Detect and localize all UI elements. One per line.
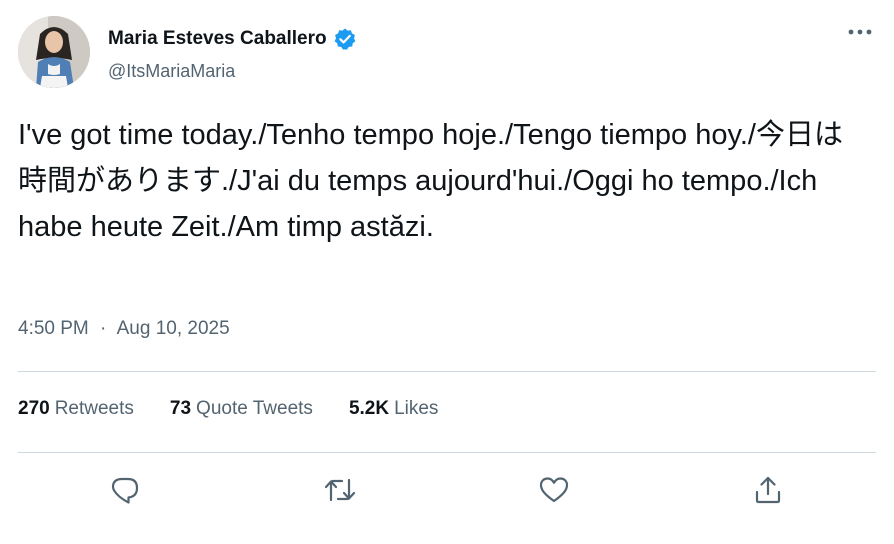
tweet-header: Maria Esteves Caballero @ItsMariaMaria xyxy=(18,16,878,92)
meta-separator: · xyxy=(100,318,107,339)
tweet-date[interactable]: Aug 10, 2025 xyxy=(117,318,230,339)
like-button[interactable] xyxy=(534,470,574,510)
name-row: Maria Esteves Caballero xyxy=(108,25,357,53)
likes-stat[interactable]: 5.2K Likes xyxy=(349,398,439,420)
avatar-image xyxy=(18,16,90,88)
retweets-count: 270 xyxy=(18,398,50,419)
retweets-label: Retweets xyxy=(54,398,134,419)
more-icon xyxy=(848,29,872,35)
quote-tweets-label: Quote Tweets xyxy=(196,398,313,419)
retweets-stat[interactable]: 270 Retweets xyxy=(18,398,134,420)
verified-badge-icon xyxy=(333,27,357,51)
likes-label: Likes xyxy=(394,398,439,419)
quote-tweets-stat[interactable]: 73 Quote Tweets xyxy=(170,398,313,420)
quote-tweets-count: 73 xyxy=(169,398,192,419)
actions-row xyxy=(18,470,876,510)
likes-count: 5.2K xyxy=(348,398,390,419)
stats-row: 270 Retweets 73 Quote Tweets 5.2K Likes xyxy=(18,398,474,420)
display-name[interactable]: Maria Esteves Caballero xyxy=(108,28,327,50)
tweet-text: I've got time today./Tenho tempo hoje./T… xyxy=(18,119,843,243)
avatar[interactable] xyxy=(18,16,90,88)
heart-icon xyxy=(539,477,569,503)
divider-bottom xyxy=(18,452,876,453)
retweet-button[interactable] xyxy=(320,470,360,510)
tweet-meta: 4:50 PM · Aug 10, 2025 xyxy=(18,318,230,340)
more-options-button[interactable] xyxy=(846,22,874,42)
share-icon xyxy=(755,476,781,504)
handle[interactable]: @ItsMariaMaria xyxy=(108,61,235,82)
reply-icon xyxy=(111,477,139,504)
retweet-icon xyxy=(324,478,356,502)
reply-button[interactable] xyxy=(105,470,145,510)
divider-top xyxy=(18,371,876,372)
tweet-time[interactable]: 4:50 PM xyxy=(18,318,89,339)
share-button[interactable] xyxy=(748,470,788,510)
